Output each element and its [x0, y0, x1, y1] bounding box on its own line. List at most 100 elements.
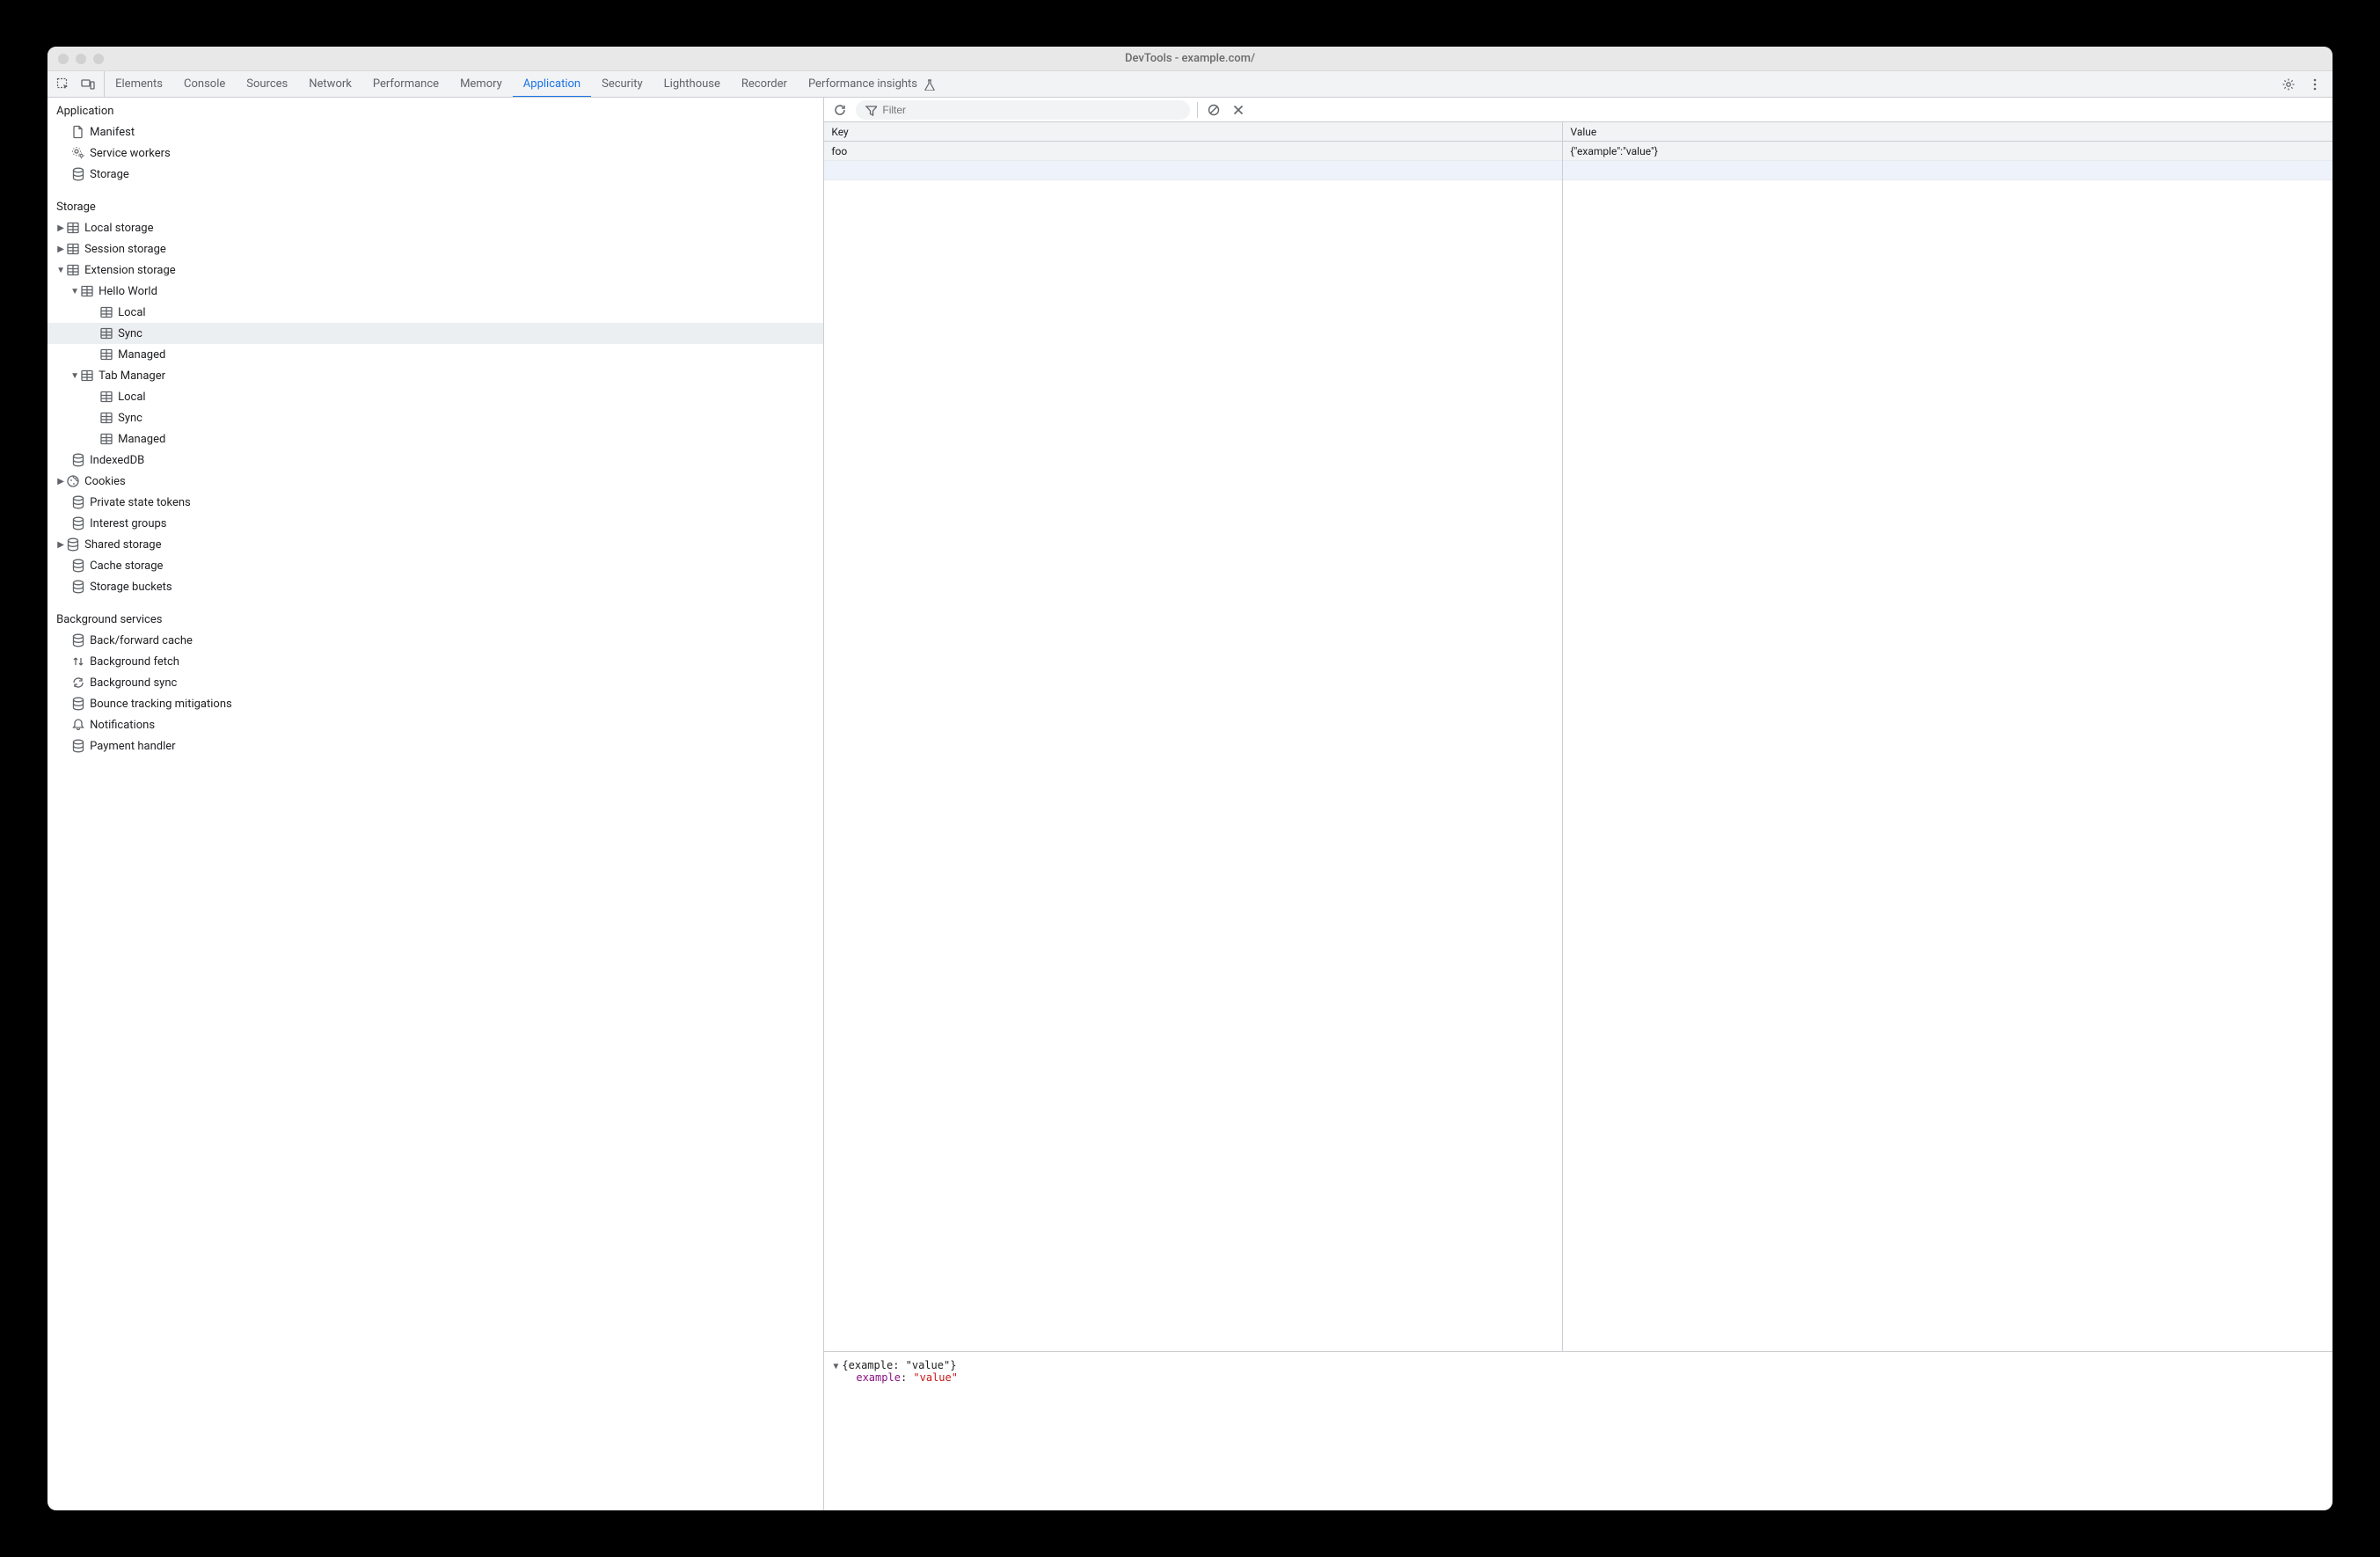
sidebar-item-storage-buckets[interactable]: Storage buckets	[47, 576, 823, 597]
settings-icon[interactable]	[2280, 76, 2297, 93]
chevron-right-icon: ▶	[56, 245, 65, 254]
tab-application[interactable]: Application	[513, 71, 591, 97]
database-icon	[70, 495, 86, 509]
sidebar-item-service-workers[interactable]: Service workers	[47, 143, 823, 164]
sidebar-item-tab-manager-managed[interactable]: Managed	[47, 428, 823, 450]
sidebar-item-local-storage[interactable]: ▶ Local storage	[47, 217, 823, 238]
sidebar-item-private-state-tokens[interactable]: Private state tokens	[47, 492, 823, 513]
sidebar-item-payment-handler[interactable]: Payment handler	[47, 735, 823, 757]
flask-icon	[923, 78, 935, 91]
database-icon	[70, 580, 86, 594]
panel-tabs: Elements Console Sources Network Perform…	[105, 71, 2271, 97]
tab-network[interactable]: Network	[298, 71, 362, 97]
chevron-down-icon: ▼	[70, 287, 79, 296]
tab-security[interactable]: Security	[591, 71, 653, 97]
tab-lighthouse[interactable]: Lighthouse	[653, 71, 731, 97]
sidebar-item-ext-tab-manager[interactable]: ▼ Tab Manager	[47, 365, 823, 386]
sidebar-item-background-fetch[interactable]: Background fetch	[47, 651, 823, 672]
sidebar-item-bfcache[interactable]: Back/forward cache	[47, 630, 823, 651]
table-icon	[99, 305, 114, 319]
sidebar-item-cookies[interactable]: ▶ Cookies	[47, 471, 823, 492]
sidebar-item-hello-world-managed[interactable]: Managed	[47, 344, 823, 365]
sidebar-item-hello-world-local[interactable]: Local	[47, 302, 823, 323]
window-title: DevTools - example.com/	[47, 52, 2333, 65]
table-row-key[interactable]: foo	[824, 142, 1562, 161]
filter-input[interactable]	[882, 104, 1181, 116]
table-icon	[99, 432, 114, 446]
preview-line-2[interactable]: example: "value"	[833, 1371, 2324, 1384]
tab-memory[interactable]: Memory	[449, 71, 513, 97]
table-icon	[79, 284, 95, 298]
chevron-right-icon: ▶	[56, 223, 65, 233]
sidebar-item-session-storage[interactable]: ▶ Session storage	[47, 238, 823, 260]
storage-panel: Key foo Value {"example":"value"} ▼{exam…	[824, 98, 2333, 1510]
database-icon	[70, 516, 86, 530]
devtools-window: DevTools - example.com/ Elements Console…	[47, 47, 2333, 1510]
table-icon	[65, 242, 81, 256]
table-icon	[99, 326, 114, 340]
storage-actionbar	[824, 98, 2333, 122]
value-preview: ▼{example: "value"} example: "value"	[824, 1352, 2333, 1510]
database-icon	[70, 697, 86, 711]
table-icon	[65, 263, 81, 277]
sidebar-item-bounce-tracking[interactable]: Bounce tracking mitigations	[47, 693, 823, 714]
column-header-value[interactable]: Value	[1563, 122, 2332, 142]
sidebar-item-storage[interactable]: Storage	[47, 164, 823, 185]
traffic-zoom[interactable]	[93, 54, 104, 64]
table-icon	[99, 390, 114, 404]
storage-table: Key foo Value {"example":"value"}	[824, 122, 2333, 1352]
database-icon	[70, 739, 86, 753]
sidebar-item-tab-manager-sync[interactable]: Sync	[47, 407, 823, 428]
sidebar-item-interest-groups[interactable]: Interest groups	[47, 513, 823, 534]
chevron-right-icon: ▶	[56, 477, 65, 486]
table-icon	[99, 347, 114, 362]
sidebar-item-hello-world-sync[interactable]: Sync	[47, 323, 823, 344]
updown-icon	[70, 654, 86, 669]
document-icon	[70, 125, 86, 139]
section-application: Application	[47, 98, 823, 121]
sidebar-item-indexeddb[interactable]: IndexedDB	[47, 450, 823, 471]
gears-icon	[70, 146, 86, 160]
table-row-empty[interactable]	[824, 161, 1562, 180]
section-background-services: Background services	[47, 606, 823, 630]
preview-line-1[interactable]: ▼{example: "value"}	[833, 1359, 2324, 1371]
chevron-down-icon: ▼	[56, 266, 65, 275]
sidebar-item-tab-manager-local[interactable]: Local	[47, 386, 823, 407]
tab-sources[interactable]: Sources	[236, 71, 298, 97]
sidebar-item-extension-storage[interactable]: ▼ Extension storage	[47, 260, 823, 281]
sync-icon	[70, 676, 86, 690]
bell-icon	[70, 718, 86, 732]
delete-selected-icon[interactable]	[1230, 101, 1247, 119]
column-header-key[interactable]: Key	[824, 122, 1562, 142]
tab-console[interactable]: Console	[173, 71, 236, 97]
filter-icon	[865, 104, 877, 116]
sidebar-item-notifications[interactable]: Notifications	[47, 714, 823, 735]
tab-performance[interactable]: Performance	[362, 71, 449, 97]
sidebar-item-shared-storage[interactable]: ▶ Shared storage	[47, 534, 823, 555]
clear-all-icon[interactable]	[1205, 101, 1223, 119]
more-icon[interactable]	[2306, 76, 2324, 93]
table-row-value[interactable]: {"example":"value"}	[1563, 142, 2332, 161]
tab-performance-insights[interactable]: Performance insights	[798, 71, 945, 97]
titlebar: DevTools - example.com/	[47, 47, 2333, 71]
traffic-minimize[interactable]	[76, 54, 86, 64]
device-toolbar-icon[interactable]	[79, 76, 97, 93]
table-row-empty[interactable]	[1563, 161, 2332, 180]
filter-field[interactable]	[856, 100, 1190, 120]
sidebar-item-background-sync[interactable]: Background sync	[47, 672, 823, 693]
table-icon	[99, 411, 114, 425]
chevron-down-icon: ▼	[833, 1362, 838, 1371]
refresh-icon[interactable]	[831, 101, 849, 119]
sidebar-item-manifest[interactable]: Manifest	[47, 121, 823, 143]
database-icon	[70, 633, 86, 647]
tab-recorder[interactable]: Recorder	[731, 71, 798, 97]
application-sidebar[interactable]: Application Manifest Service workers Sto…	[47, 98, 824, 1510]
tab-elements[interactable]: Elements	[105, 71, 173, 97]
main-toolbar: Elements Console Sources Network Perform…	[47, 71, 2333, 98]
window-controls	[58, 54, 104, 64]
sidebar-item-ext-hello-world[interactable]: ▼ Hello World	[47, 281, 823, 302]
inspect-element-icon[interactable]	[55, 76, 72, 93]
sidebar-item-cache-storage[interactable]: Cache storage	[47, 555, 823, 576]
traffic-close[interactable]	[58, 54, 69, 64]
section-storage: Storage	[47, 194, 823, 217]
